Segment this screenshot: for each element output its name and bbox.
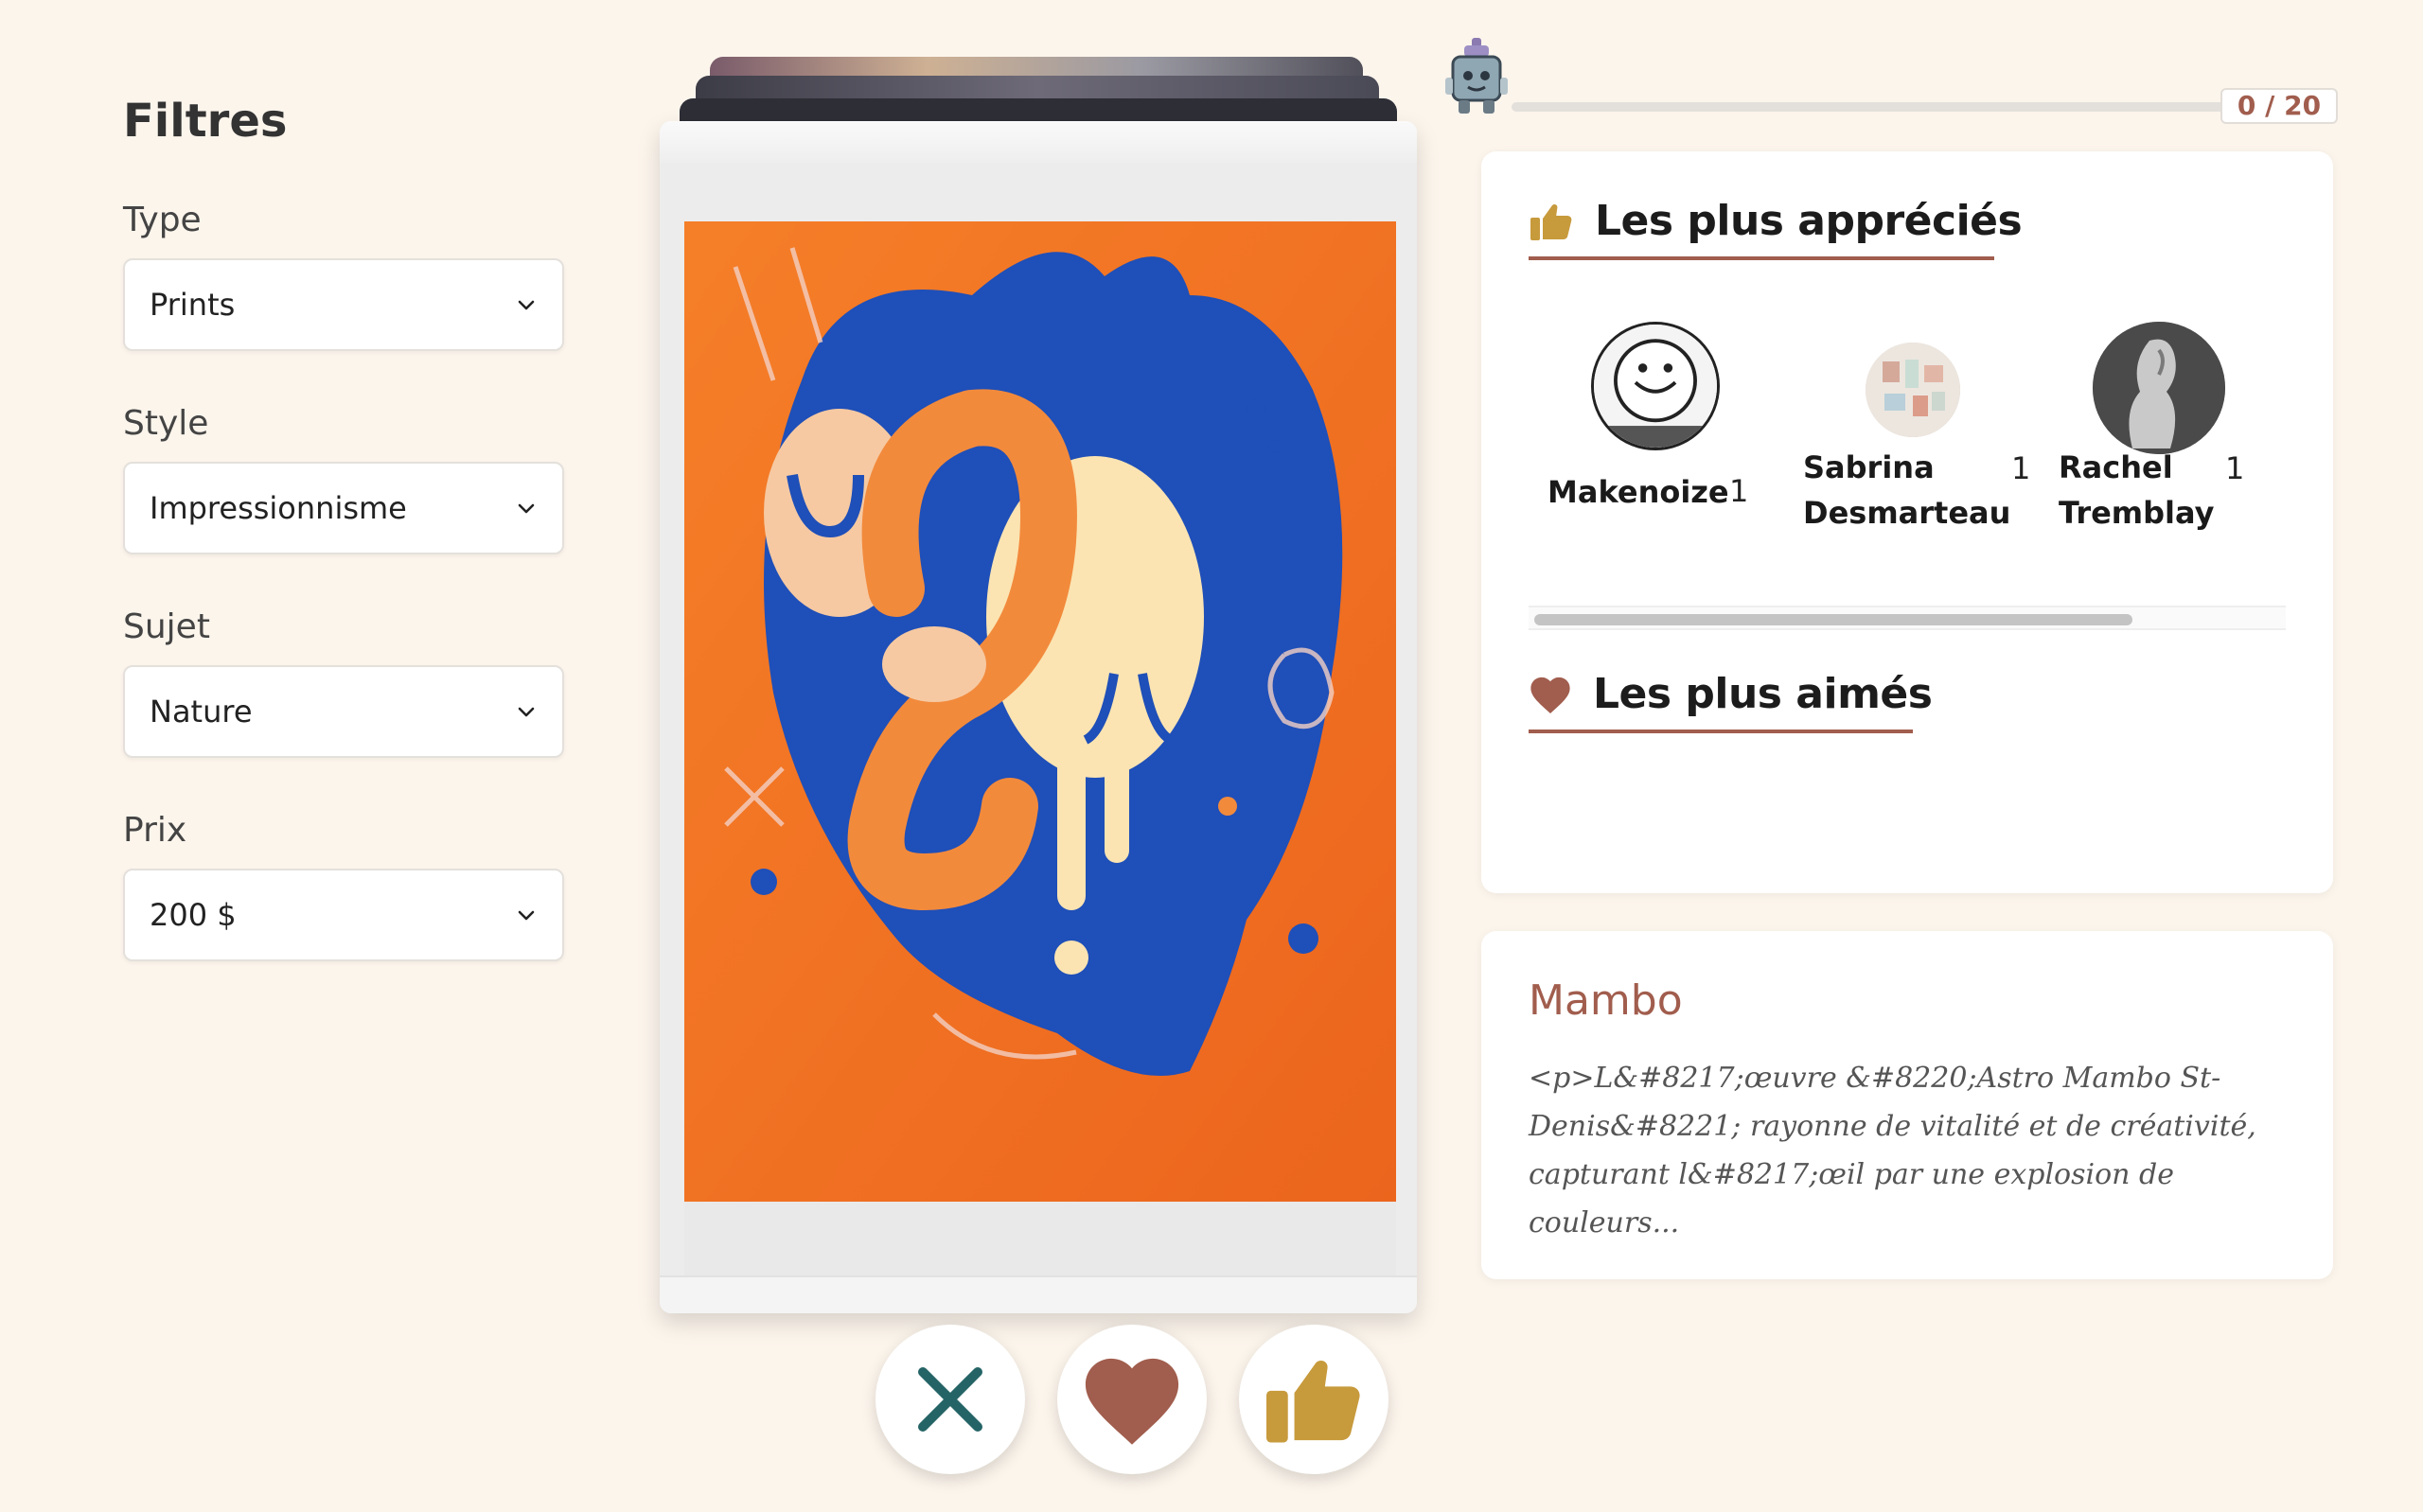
artist-name: Sabrina Desmarteau bbox=[1803, 449, 2011, 531]
most-loved-title: Les plus aimés bbox=[1593, 670, 1933, 718]
filter-style: Style Impressionnisme bbox=[123, 404, 564, 554]
artist-like-count: 1 bbox=[2011, 450, 2031, 486]
filter-subject: Sujet Nature bbox=[123, 607, 564, 758]
heart-icon bbox=[1085, 1358, 1179, 1445]
action-buttons bbox=[875, 1325, 1388, 1474]
thumbs-up-icon bbox=[1530, 203, 1572, 240]
price-select-value: 200 $ bbox=[150, 897, 237, 933]
style-select[interactable]: Impressionnisme bbox=[123, 462, 564, 554]
robot-icon bbox=[1445, 38, 1508, 114]
artwork-card[interactable] bbox=[660, 121, 1417, 1313]
most-liked-heading: Les plus appréciés bbox=[1529, 197, 2023, 260]
progress-counter: 0 / 20 bbox=[2220, 88, 2338, 124]
most-loved-underline bbox=[1529, 730, 1913, 733]
chevron-down-icon bbox=[518, 503, 535, 514]
artist-list-scrollbar[interactable] bbox=[1529, 606, 2286, 630]
progress-track bbox=[1512, 102, 2250, 112]
artist-name: Makenoize bbox=[1548, 474, 1729, 510]
filter-price-label: Prix bbox=[123, 811, 187, 850]
type-select-value: Prints bbox=[150, 287, 236, 323]
filters-panel: Filtres Type Prints Style Impressionnism… bbox=[123, 95, 564, 1014]
avatar bbox=[1866, 343, 1960, 437]
chevron-down-icon bbox=[518, 910, 535, 921]
subject-select[interactable]: Nature bbox=[123, 665, 564, 758]
love-button[interactable] bbox=[1057, 1325, 1207, 1474]
artist-like-count: 1 bbox=[1729, 473, 1749, 509]
artist-name: Rachel Tremblay bbox=[2059, 449, 2215, 531]
filters-title: Filtres bbox=[123, 95, 288, 148]
artwork-description: <p>L&#8217;œuvre &#8220;Astro Mambo St-D… bbox=[1529, 1062, 2256, 1239]
rankings-panel: Les plus appréciés Makenoize 1 Sabrina D… bbox=[1481, 151, 2333, 893]
card-bottom-edge bbox=[660, 1275, 1417, 1313]
dismiss-button[interactable] bbox=[875, 1325, 1025, 1474]
heart-icon bbox=[1530, 677, 1570, 713]
artist-item[interactable]: Sabrina Desmarteau 1 bbox=[1794, 322, 2030, 531]
type-select[interactable]: Prints bbox=[123, 258, 564, 351]
most-liked-underline bbox=[1529, 256, 1994, 260]
artist-item[interactable]: Rachel Tremblay 1 bbox=[2059, 322, 2286, 531]
filter-subject-label: Sujet bbox=[123, 607, 210, 646]
thumbs-up-icon bbox=[1266, 1361, 1360, 1443]
filter-type-label: Type bbox=[123, 201, 202, 239]
artist-list: Makenoize 1 Sabrina Desmarteau 1 Rachel … bbox=[1529, 322, 2286, 531]
chevron-down-icon bbox=[518, 300, 535, 310]
filter-price: Prix 200 $ bbox=[123, 811, 564, 961]
subject-select-value: Nature bbox=[150, 694, 253, 730]
artist-item[interactable]: Makenoize 1 bbox=[1529, 322, 1756, 530]
artist-like-count: 1 bbox=[2225, 450, 2245, 486]
card-top-edge bbox=[660, 121, 1417, 163]
progress-area: 0 / 20 bbox=[1443, 36, 2338, 124]
filter-type: Type Prints bbox=[123, 201, 564, 351]
most-liked-title: Les plus appréciés bbox=[1595, 197, 2023, 245]
filter-style-label: Style bbox=[123, 404, 209, 443]
avatar bbox=[1591, 322, 1720, 450]
chevron-down-icon bbox=[518, 707, 535, 717]
like-button[interactable] bbox=[1239, 1325, 1388, 1474]
style-select-value: Impressionnisme bbox=[150, 490, 407, 526]
avatar bbox=[2093, 322, 2225, 454]
price-select[interactable]: 200 $ bbox=[123, 869, 564, 961]
most-loved-heading: Les plus aimés bbox=[1529, 670, 1933, 733]
artwork-title: Mambo bbox=[1529, 976, 1683, 1025]
scrollbar-thumb[interactable] bbox=[1534, 614, 2132, 625]
close-icon bbox=[918, 1367, 982, 1432]
artwork-image bbox=[660, 163, 1417, 1279]
artwork-info-panel: Mambo <p>L&#8217;œuvre &#8220;Astro Mamb… bbox=[1481, 931, 2333, 1279]
